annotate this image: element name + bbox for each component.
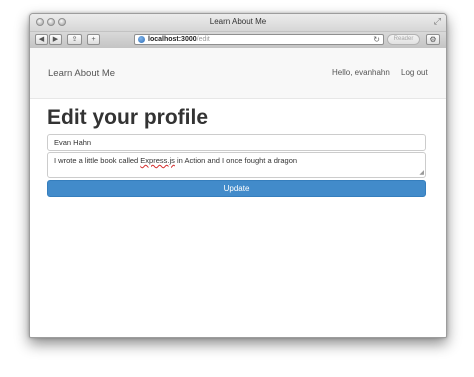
share-icon: ⇪ (71, 36, 78, 43)
add-tab-icon: + (91, 36, 96, 43)
settings-button[interactable]: ⚙ (426, 34, 440, 45)
page-content: Learn About Me Hello, evanhahn Log out E… (30, 48, 446, 337)
globe-icon (138, 36, 145, 43)
gear-icon: ⚙ (429, 35, 437, 44)
bio-textarea[interactable]: I wrote a little book called Express.js … (47, 152, 426, 178)
browser-window: Learn About Me ⤢ ◀ ▶ ⇪ + localhost:3000/… (29, 13, 447, 338)
reload-icon[interactable]: ↻ (373, 35, 380, 44)
bio-text-after: in Action and I once fought a dragon (174, 156, 298, 165)
update-button[interactable]: Update (47, 180, 426, 197)
page-title: Edit your profile (47, 106, 209, 129)
navbar-brand-link[interactable]: Learn About Me (48, 68, 115, 79)
display-name-input[interactable]: Evan Hahn (47, 134, 426, 151)
share-button[interactable]: ⇪ (67, 34, 82, 45)
address-bar[interactable]: localhost:3000/edit ↻ (134, 34, 384, 45)
textarea-resize-handle[interactable]: ◢ (419, 170, 424, 176)
back-button[interactable]: ◀ (35, 34, 48, 45)
url-path: /edit (196, 36, 210, 43)
url-host: localhost:3000 (148, 36, 197, 43)
fullscreen-icon[interactable]: ⤢ (434, 16, 441, 26)
site-navbar: Learn About Me Hello, evanhahn Log out (30, 48, 446, 99)
add-tab-button[interactable]: + (87, 34, 100, 45)
window-title: Learn About Me (209, 17, 267, 26)
navbar-greeting-link[interactable]: Hello, evanhahn (332, 68, 390, 77)
back-arrow-icon: ◀ (38, 36, 45, 43)
forward-button[interactable]: ▶ (49, 34, 62, 45)
navbar-logout-link[interactable]: Log out (401, 68, 428, 77)
address-url: localhost:3000/edit (148, 35, 210, 44)
browser-toolbar: ◀ ▶ ⇪ + localhost:3000/edit ↻ Reader ⚙ (30, 32, 446, 49)
reader-button[interactable]: Reader (387, 34, 420, 45)
title-bar: Learn About Me ⤢ (30, 14, 446, 32)
bio-text-before: I wrote a little book called (54, 156, 141, 165)
bio-text-misspelled-word: Express.js (140, 156, 175, 165)
forward-arrow-icon: ▶ (52, 36, 59, 43)
